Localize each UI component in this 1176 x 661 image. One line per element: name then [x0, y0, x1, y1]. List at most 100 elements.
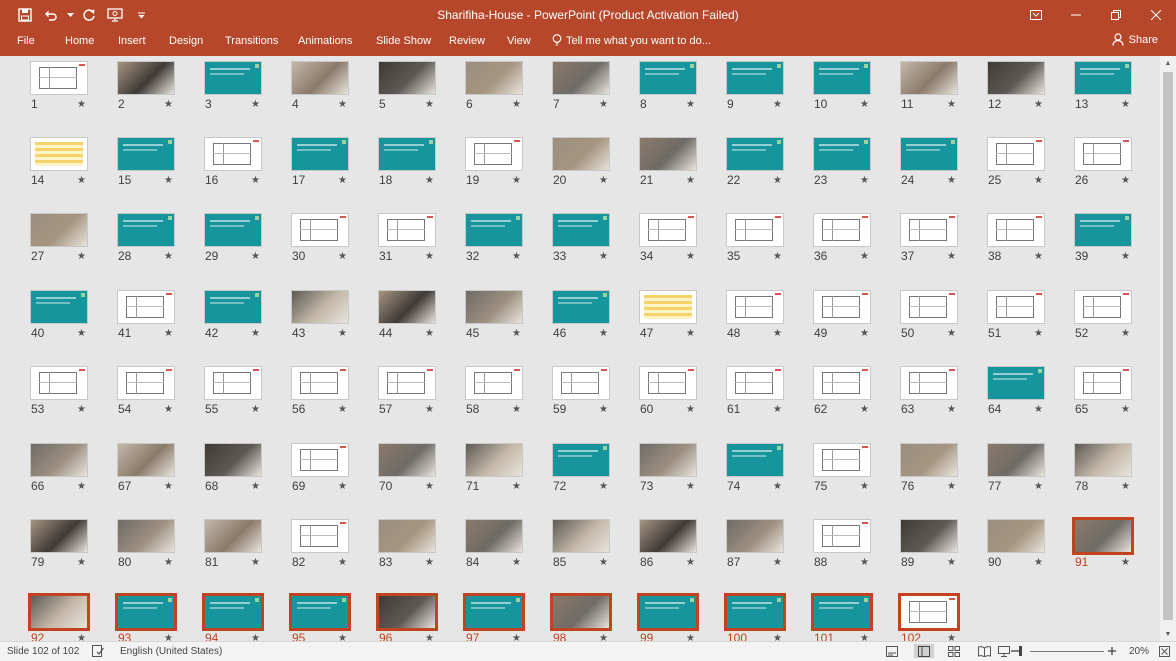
minimize-button[interactable]	[1056, 0, 1096, 30]
slide-thumbnail-45[interactable]	[465, 290, 523, 324]
transition-star-icon[interactable]: ★	[77, 99, 86, 110]
transition-star-icon[interactable]: ★	[773, 175, 782, 186]
transition-star-icon[interactable]: ★	[599, 251, 608, 262]
slide-thumbnail-72[interactable]	[552, 443, 610, 477]
slide-thumbnail-42[interactable]	[204, 290, 262, 324]
transition-star-icon[interactable]: ★	[338, 633, 347, 641]
close-button[interactable]	[1136, 0, 1176, 30]
transition-star-icon[interactable]: ★	[686, 328, 695, 339]
slide-thumbnail-7[interactable]	[552, 61, 610, 95]
slide-thumbnail-28[interactable]	[117, 213, 175, 247]
slide-thumbnail-1[interactable]	[30, 61, 88, 95]
transition-star-icon[interactable]: ★	[947, 328, 956, 339]
slide-thumbnail-85[interactable]	[552, 519, 610, 553]
slide-thumbnail-89[interactable]	[900, 519, 958, 553]
slide-thumbnail-39[interactable]	[1074, 213, 1132, 247]
transition-star-icon[interactable]: ★	[77, 557, 86, 568]
language-indicator[interactable]: English (United States)	[120, 646, 222, 657]
slide-thumbnail-34[interactable]	[639, 213, 697, 247]
slide-thumbnail-29[interactable]	[204, 213, 262, 247]
tab-home[interactable]: Home	[65, 35, 94, 47]
transition-star-icon[interactable]: ★	[512, 404, 521, 415]
slide-thumbnail-83[interactable]	[378, 519, 436, 553]
slide-thumbnail-12[interactable]	[987, 61, 1045, 95]
restore-button[interactable]	[1096, 0, 1136, 30]
slide-thumbnail-75[interactable]	[813, 443, 871, 477]
slide-thumbnail-48[interactable]	[726, 290, 784, 324]
slide-thumbnail-86[interactable]	[639, 519, 697, 553]
slide-thumbnail-43[interactable]	[291, 290, 349, 324]
slide-thumbnail-5[interactable]	[378, 61, 436, 95]
slide-thumbnail-100[interactable]	[724, 593, 786, 631]
slide-thumbnail-23[interactable]	[813, 137, 871, 171]
slide-thumbnail-35[interactable]	[726, 213, 784, 247]
transition-star-icon[interactable]: ★	[77, 328, 86, 339]
transition-star-icon[interactable]: ★	[773, 557, 782, 568]
slide-thumbnail-14[interactable]	[30, 137, 88, 171]
scroll-thumb[interactable]	[1163, 72, 1173, 620]
transition-star-icon[interactable]: ★	[947, 99, 956, 110]
share-button[interactable]: Share	[1112, 33, 1158, 46]
transition-star-icon[interactable]: ★	[686, 404, 695, 415]
slide-thumbnail-73[interactable]	[639, 443, 697, 477]
slide-thumbnail-70[interactable]	[378, 443, 436, 477]
slide-thumbnail-32[interactable]	[465, 213, 523, 247]
transition-star-icon[interactable]: ★	[512, 175, 521, 186]
slide-thumbnail-15[interactable]	[117, 137, 175, 171]
transition-star-icon[interactable]: ★	[686, 557, 695, 568]
transition-star-icon[interactable]: ★	[947, 481, 956, 492]
normal-view-button[interactable]	[914, 644, 934, 658]
slide-thumbnail-25[interactable]	[987, 137, 1045, 171]
tab-transitions[interactable]: Transitions	[225, 35, 278, 47]
slide-thumbnail-31[interactable]	[378, 213, 436, 247]
slide-thumbnail-99[interactable]	[637, 593, 699, 631]
transition-star-icon[interactable]: ★	[947, 175, 956, 186]
slide-thumbnail-36[interactable]	[813, 213, 871, 247]
slide-thumbnail-17[interactable]	[291, 137, 349, 171]
transition-star-icon[interactable]: ★	[599, 328, 608, 339]
transition-star-icon[interactable]: ★	[164, 633, 173, 641]
transition-star-icon[interactable]: ★	[251, 633, 260, 641]
zoom-slider-thumb[interactable]	[1019, 646, 1022, 656]
transition-star-icon[interactable]: ★	[599, 633, 608, 641]
slide-thumbnail-81[interactable]	[204, 519, 262, 553]
slide-thumbnail-77[interactable]	[987, 443, 1045, 477]
transition-star-icon[interactable]: ★	[1034, 99, 1043, 110]
transition-star-icon[interactable]: ★	[947, 251, 956, 262]
slide-thumbnail-2[interactable]	[117, 61, 175, 95]
transition-star-icon[interactable]: ★	[338, 99, 347, 110]
transition-star-icon[interactable]: ★	[860, 557, 869, 568]
slide-sorter-view[interactable]: 1 ★ 2 ★ 3 ★ 4 ★ 5 ★ 6 ★ 7 ★ 8 ★ 9 ★ 10 ★ 11 ★ 12 ★ 13 ★ 14 ★ 15 ★ 16 ★ 1…	[0, 56, 1160, 641]
transition-star-icon[interactable]: ★	[164, 175, 173, 186]
transition-star-icon[interactable]: ★	[1121, 175, 1130, 186]
slide-thumbnail-37[interactable]	[900, 213, 958, 247]
slide-thumbnail-53[interactable]	[30, 366, 88, 400]
transition-star-icon[interactable]: ★	[77, 175, 86, 186]
transition-star-icon[interactable]: ★	[686, 99, 695, 110]
slide-thumbnail-33[interactable]	[552, 213, 610, 247]
slide-thumbnail-50[interactable]	[900, 290, 958, 324]
zoom-slider-track[interactable]	[1030, 651, 1104, 652]
transition-star-icon[interactable]: ★	[1034, 175, 1043, 186]
transition-star-icon[interactable]: ★	[425, 633, 434, 641]
transition-star-icon[interactable]: ★	[1121, 251, 1130, 262]
transition-star-icon[interactable]: ★	[512, 328, 521, 339]
transition-star-icon[interactable]: ★	[860, 633, 869, 641]
transition-star-icon[interactable]: ★	[425, 481, 434, 492]
zoom-in-button[interactable]	[1107, 644, 1117, 658]
transition-star-icon[interactable]: ★	[164, 557, 173, 568]
slide-thumbnail-10[interactable]	[813, 61, 871, 95]
transition-star-icon[interactable]: ★	[251, 251, 260, 262]
transition-star-icon[interactable]: ★	[947, 633, 956, 641]
slide-thumbnail-18[interactable]	[378, 137, 436, 171]
slide-thumbnail-60[interactable]	[639, 366, 697, 400]
transition-star-icon[interactable]: ★	[77, 633, 86, 641]
transition-star-icon[interactable]: ★	[860, 251, 869, 262]
slide-thumbnail-84[interactable]	[465, 519, 523, 553]
slide-thumbnail-64[interactable]	[987, 366, 1045, 400]
transition-star-icon[interactable]: ★	[686, 633, 695, 641]
fit-to-window-button[interactable]	[1156, 644, 1172, 658]
transition-star-icon[interactable]: ★	[1034, 481, 1043, 492]
transition-star-icon[interactable]: ★	[773, 328, 782, 339]
transition-star-icon[interactable]: ★	[338, 251, 347, 262]
